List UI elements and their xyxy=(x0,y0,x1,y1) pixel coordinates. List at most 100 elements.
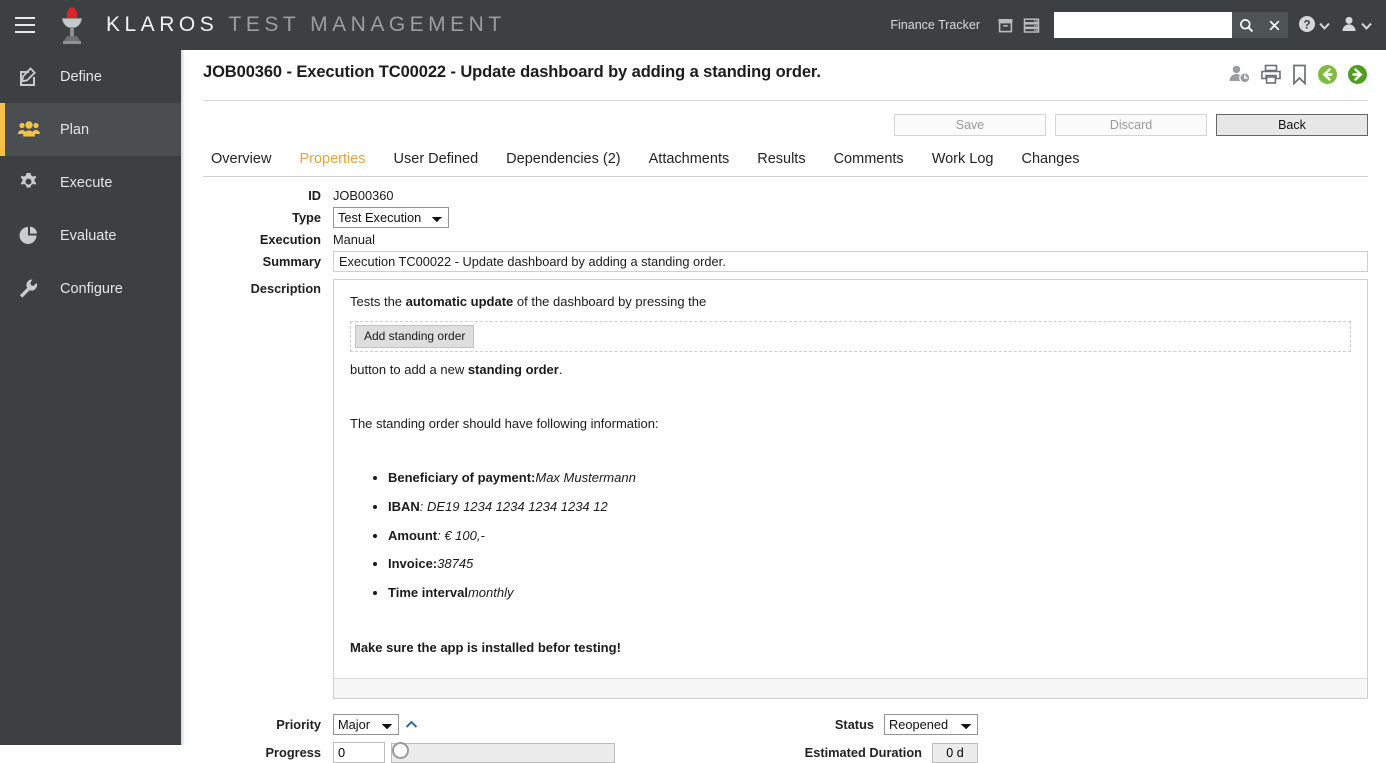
sidebar-item-plan[interactable]: Plan xyxy=(0,103,181,156)
search-icon[interactable] xyxy=(1232,12,1260,38)
chevron-down-icon xyxy=(1361,18,1372,33)
description-line-2: button to add a new standing order. xyxy=(350,361,1351,380)
duration-input[interactable] xyxy=(932,743,978,763)
page-title: JOB00360 - Execution TC00022 - Update da… xyxy=(203,63,821,82)
description-line-1: Tests the automatic update of the dashbo… xyxy=(350,293,1351,312)
tab-attachments[interactable]: Attachments xyxy=(635,147,744,176)
progress-input[interactable] xyxy=(333,742,385,763)
discard-button[interactable]: Discard xyxy=(1055,114,1207,136)
sidebar-item-execute[interactable]: Execute xyxy=(0,156,181,209)
list-item-value: : € 100,- xyxy=(437,528,485,543)
desc-text: of the dashboard by pressing the xyxy=(513,294,706,309)
chevron-up-icon[interactable] xyxy=(405,720,418,729)
brand-primary: KLAROS xyxy=(106,13,218,36)
main-content: JOB00360 - Execution TC00022 - Update da… xyxy=(185,50,1386,745)
sidebar-item-evaluate[interactable]: Evaluate xyxy=(0,209,181,262)
add-standing-order-button[interactable]: Add standing order xyxy=(355,325,474,348)
sidebar-item-configure[interactable]: Configure xyxy=(0,262,181,315)
archive-box-icon[interactable] xyxy=(992,11,1018,39)
next-arrow-icon[interactable] xyxy=(1347,64,1368,85)
priority-select[interactable]: Major xyxy=(333,714,399,735)
list-item-label: Amount xyxy=(388,528,437,543)
user-menu[interactable] xyxy=(1340,15,1372,36)
status-select[interactable]: Reopened xyxy=(884,714,978,735)
sidebar-item-label: Plan xyxy=(60,122,89,138)
user-history-icon[interactable] xyxy=(1228,64,1251,85)
print-icon[interactable] xyxy=(1260,64,1282,85)
description-status-bar xyxy=(334,678,1367,698)
desc-text: Tests the xyxy=(350,294,406,309)
duration-label: Estimated Duration xyxy=(805,745,932,760)
desc-text: button to add a new xyxy=(350,362,468,377)
back-button[interactable]: Back xyxy=(1216,114,1368,136)
tab-comments[interactable]: Comments xyxy=(820,147,918,176)
top-bar: KLAROS TEST MANAGEMENT Finance Tracker xyxy=(0,0,1386,50)
page-header: JOB00360 - Execution TC00022 - Update da… xyxy=(203,50,1368,85)
list-item-label: Time interval xyxy=(388,585,468,600)
tab-properties[interactable]: Properties xyxy=(285,147,379,176)
clear-x-icon[interactable] xyxy=(1260,12,1288,38)
priority-label: Priority xyxy=(203,717,333,732)
database-stack-icon[interactable] xyxy=(1018,11,1044,39)
desc-text: . xyxy=(559,362,563,377)
desc-bold: automatic update xyxy=(406,294,514,309)
summary-label: Summary xyxy=(203,254,333,269)
previous-arrow-icon[interactable] xyxy=(1317,64,1338,85)
tab-work-log[interactable]: Work Log xyxy=(918,147,1008,176)
tab-changes[interactable]: Changes xyxy=(1007,147,1093,176)
field-row-execution: Execution Manual xyxy=(203,232,1368,247)
tab-results[interactable]: Results xyxy=(743,147,819,176)
brand-secondary: TEST MANAGEMENT xyxy=(229,13,506,36)
field-row-priority-status: Priority Major Status Reopened xyxy=(203,714,1368,735)
users-group-icon xyxy=(18,120,48,140)
description-editor[interactable]: Tests the automatic update of the dashbo… xyxy=(333,279,1368,699)
summary-input[interactable] xyxy=(333,251,1368,272)
help-circle-icon: ? xyxy=(1298,15,1316,36)
description-final-note: Make sure the app is installed befor tes… xyxy=(350,639,1351,658)
id-value: JOB00360 xyxy=(333,188,393,203)
sidebar-item-define[interactable]: Define xyxy=(0,50,181,103)
status-group: Status Reopened xyxy=(835,714,1368,735)
execution-label: Execution xyxy=(203,232,333,247)
id-label: ID xyxy=(203,188,333,203)
save-button[interactable]: Save xyxy=(894,114,1046,136)
description-label: Description xyxy=(203,279,333,296)
wrench-icon xyxy=(18,278,48,299)
spacer xyxy=(350,443,1351,469)
tab-dependencies[interactable]: Dependencies (2) xyxy=(492,147,634,176)
help-menu[interactable]: ? xyxy=(1298,15,1330,36)
tab-user-defined[interactable]: User Defined xyxy=(380,147,493,176)
klaros-logo-icon xyxy=(52,3,92,47)
page-header-icons xyxy=(1228,63,1368,85)
list-item-value: 38745 xyxy=(437,556,473,571)
list-item-value: : DE19 1234 1234 1234 1234 12 xyxy=(420,499,608,514)
list-item: Beneficiary of payment:Max Mustermann xyxy=(388,469,1351,488)
gear-icon xyxy=(18,172,48,193)
svg-text:?: ? xyxy=(1303,19,1310,31)
sidebar-item-label: Evaluate xyxy=(60,228,116,244)
field-row-summary: Summary xyxy=(203,251,1368,272)
top-bar-right: Finance Tracker xyxy=(890,0,1386,50)
status-label: Status xyxy=(835,717,884,732)
progress-slider-knob[interactable] xyxy=(392,742,409,759)
progress-slider[interactable] xyxy=(391,743,615,763)
list-item-label: Invoice: xyxy=(388,556,437,571)
hamburger-icon[interactable] xyxy=(0,0,50,50)
tab-overview[interactable]: Overview xyxy=(203,147,285,176)
sidebar-item-label: Configure xyxy=(60,281,123,297)
properties-form: ID JOB00360 Type Test Execution Executio… xyxy=(203,177,1368,763)
search-bar xyxy=(1054,11,1288,39)
progress-label: Progress xyxy=(203,745,333,760)
sidebar: Define Plan Execute xyxy=(0,50,181,745)
header-divider xyxy=(203,100,1368,101)
desc-bold: standing order xyxy=(468,362,559,377)
bookmark-icon[interactable] xyxy=(1291,64,1308,85)
tab-bar: Overview Properties User Defined Depende… xyxy=(203,147,1368,177)
action-buttons: Save Discard Back xyxy=(203,114,1368,136)
sidebar-item-label: Define xyxy=(60,69,102,85)
pencil-square-icon xyxy=(18,66,48,87)
type-select[interactable]: Test Execution xyxy=(333,207,449,228)
field-row-type: Type Test Execution xyxy=(203,207,1368,228)
search-input[interactable] xyxy=(1054,12,1232,38)
chevron-down-icon xyxy=(1319,18,1330,33)
